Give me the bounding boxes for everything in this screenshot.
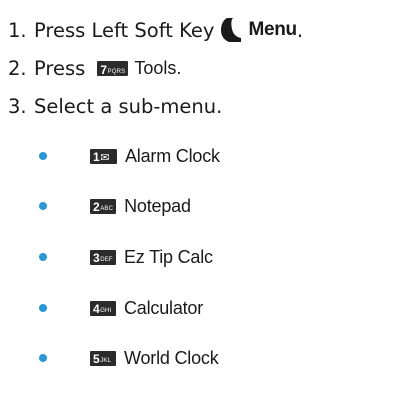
list-item: 1✉ Alarm Clock (39, 141, 220, 171)
key-digit: 2 (93, 199, 100, 214)
key-4-icon: 4GHI (90, 300, 116, 316)
submenu-label: Ez Tip Calc (124, 246, 213, 267)
step-trailing: . (296, 18, 304, 42)
bullet-icon (39, 354, 47, 362)
key-digit: 3 (93, 250, 100, 265)
step-3: 3. Select a sub-menu. (8, 88, 222, 124)
key-digit: 4 (93, 301, 100, 316)
submenu-label: Notepad (124, 195, 191, 216)
key-letters: PQRS (107, 68, 126, 75)
step-text: Press Left Soft Key (34, 18, 215, 42)
key-letters: JKL (100, 357, 112, 364)
submenu-label: World Clock (124, 347, 219, 368)
step-text: Press (34, 56, 86, 80)
step-number: 2. (8, 56, 27, 80)
bullet-icon (39, 304, 47, 312)
submenu-label: Calculator (124, 297, 204, 318)
list-item: 5JKL World Clock (39, 343, 219, 373)
key-1-icon: 1✉ (90, 148, 117, 164)
key-letters: ABC (100, 205, 114, 212)
step-number: 1. (8, 18, 27, 42)
envelope-icon: ✉ (100, 151, 110, 164)
bullet-icon (39, 253, 47, 261)
key-3-icon: 3DEF (90, 249, 116, 265)
key-digit: 7 (100, 62, 107, 77)
key-letters: DEF (100, 256, 113, 263)
step-2: 2. Press 7PQRS Tools. (8, 50, 181, 86)
key-letters: GHI (100, 307, 112, 314)
bullet-icon (39, 152, 47, 160)
key-digit: 5 (93, 351, 100, 366)
step-number: 3. (8, 94, 27, 118)
left-soft-key-icon (220, 17, 242, 43)
bullet-icon (39, 202, 47, 210)
key-5-icon: 5JKL (90, 350, 116, 366)
step-1: 1. Press Left Soft Key Menu . (8, 12, 303, 48)
key-7-icon: 7PQRS (97, 60, 129, 77)
step-target: Tools. (134, 57, 182, 78)
list-item: 3DEF Ez Tip Calc (39, 242, 213, 272)
step-text: Select a sub-menu. (34, 94, 223, 118)
list-item: 2ABC Notepad (39, 191, 191, 221)
submenu-label: Alarm Clock (125, 145, 220, 166)
key-2-icon: 2ABC (90, 198, 117, 214)
menu-label: Menu (248, 19, 297, 40)
key-digit: 1 (93, 149, 100, 164)
list-item: 4GHI Calculator (39, 293, 203, 323)
